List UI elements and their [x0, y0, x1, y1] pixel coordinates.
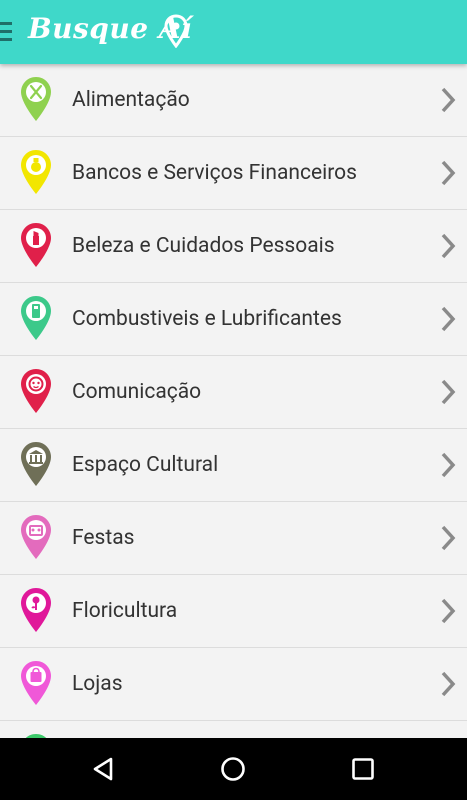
- list-item-label: Comunicação: [72, 380, 202, 404]
- shopping-bag-icon: [21, 661, 51, 705]
- chevron-right-icon: [441, 671, 456, 697]
- fork-knife-icon: [21, 77, 51, 121]
- list-item-label: Alimentação: [72, 88, 190, 112]
- navigation-bar: [0, 738, 467, 800]
- museum-icon: [21, 442, 51, 486]
- list-item-label: Lojas: [72, 672, 123, 696]
- category-list: Alimentação Bancos e Serviços Financeiro…: [0, 64, 467, 794]
- chevron-right-icon: [441, 233, 456, 259]
- list-item-label: Bancos e Serviços Financeiros: [72, 161, 357, 185]
- list-item[interactable]: Espaço Cultural: [0, 429, 467, 502]
- back-icon[interactable]: [89, 754, 119, 784]
- chevron-right-icon: [441, 598, 456, 624]
- person-face-icon: [21, 369, 51, 413]
- chevron-right-icon: [441, 525, 456, 551]
- list-item[interactable]: Combustiveis e Lubrificantes: [0, 283, 467, 356]
- recents-icon[interactable]: [348, 754, 378, 784]
- list-item-label: Beleza e Cuidados Pessoais: [72, 234, 335, 258]
- list-item-label: Floricultura: [72, 599, 178, 623]
- list-item[interactable]: Festas: [0, 502, 467, 575]
- money-bag-icon: [21, 150, 51, 194]
- list-item[interactable]: Alimentação: [0, 64, 467, 137]
- list-item[interactable]: Comunicação: [0, 356, 467, 429]
- home-icon[interactable]: [218, 754, 248, 784]
- list-item-label: Combustiveis e Lubrificantes: [72, 307, 342, 331]
- list-item[interactable]: Lojas: [0, 648, 467, 721]
- chevron-right-icon: [441, 452, 456, 478]
- party-icon: [21, 515, 51, 559]
- fuel-pump-icon: [21, 296, 51, 340]
- list-item-label: Festas: [72, 526, 135, 550]
- list-item[interactable]: Floricultura: [0, 575, 467, 648]
- chevron-right-icon: [441, 160, 456, 186]
- map-pin-icon: [164, 14, 188, 48]
- flower-icon: [21, 588, 51, 632]
- lipstick-icon: [21, 223, 51, 267]
- list-item-label: Espaço Cultural: [72, 453, 219, 477]
- chevron-right-icon: [441, 306, 456, 332]
- list-item[interactable]: Beleza e Cuidados Pessoais: [0, 210, 467, 283]
- menu-icon[interactable]: [0, 22, 12, 42]
- chevron-right-icon: [441, 379, 456, 405]
- list-item[interactable]: Bancos e Serviços Financeiros: [0, 137, 467, 210]
- chevron-right-icon: [441, 87, 456, 113]
- app-bar: Busque Aí: [0, 0, 467, 64]
